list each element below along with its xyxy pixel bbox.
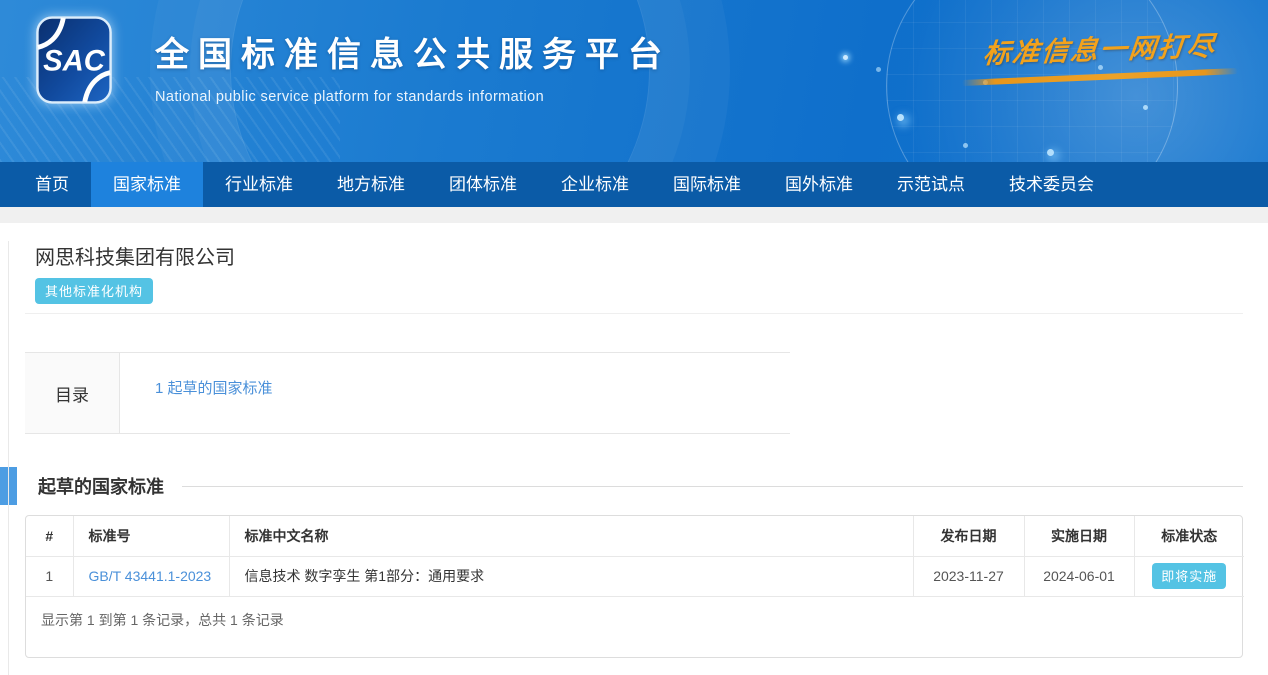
standards-table: # 标准号 标准中文名称 发布日期 实施日期 标准状态 1 GB/T 43441… [26,516,1244,597]
main-nav: 首页 国家标准 行业标准 地方标准 团体标准 企业标准 国际标准 国外标准 示范… [0,162,1268,207]
nav-tab-international-standards[interactable]: 国际标准 [651,162,763,207]
directory-link-drafted-standards[interactable]: 1 起草的国家标准 [155,380,273,397]
col-header-publish-date: 发布日期 [913,516,1024,556]
page-background-strip [0,207,1268,223]
col-header-index: # [26,516,73,556]
org-name: 网思科技集团有限公司 [35,241,1268,270]
content-left-border [8,241,9,675]
table-row: 1 GB/T 43441.1-2023 信息技术 数字孪生 第1部分：通用要求 … [26,556,1244,596]
nav-tab-enterprise-standards[interactable]: 企业标准 [539,162,651,207]
col-header-standard-no: 标准号 [73,516,229,556]
org-type-badge: 其他标准化机构 [35,278,153,304]
section-title: 起草的国家标准 [38,473,164,499]
standards-table-container: # 标准号 标准中文名称 发布日期 实施日期 标准状态 1 GB/T 43441… [25,515,1243,658]
publish-date: 2023-11-27 [913,556,1024,596]
sac-logo[interactable]: SAC [35,14,113,106]
nav-tab-national-standards[interactable]: 国家标准 [91,162,203,207]
col-header-status: 标准状态 [1134,516,1244,556]
site-title: 全国标准信息公共服务平台 [155,27,671,76]
sac-logo-text: SAC [43,46,106,78]
implement-date: 2024-06-01 [1024,556,1134,596]
nav-tab-home[interactable]: 首页 [13,162,91,207]
nav-tab-group-standards[interactable]: 团体标准 [427,162,539,207]
nav-tab-technical-committees[interactable]: 技术委员会 [987,162,1116,207]
site-title-block: 全国标准信息公共服务平台 National public service pla… [155,27,671,105]
nav-tab-foreign-standards[interactable]: 国外标准 [763,162,875,207]
record-summary: 显示第 1 到第 1 条记录，总共 1 条记录 [26,597,1242,657]
section-divider-line [182,486,1243,487]
banner-slogan: 标准信息一网打尽 [960,28,1240,80]
section-header: 起草的国家标准 [0,467,1268,505]
status-badge: 即将实施 [1152,563,1226,589]
directory-links: 1 起草的国家标准 [120,353,273,433]
content-area: 网思科技集团有限公司 其他标准化机构 目录 1 起草的国家标准 起草的国家标准 … [0,241,1268,675]
col-header-name-cn: 标准中文名称 [229,516,913,556]
row-index: 1 [26,556,73,596]
standard-number-link[interactable]: GB/T 43441.1-2023 [89,568,212,584]
org-divider [25,313,1243,314]
col-header-implement-date: 实施日期 [1024,516,1134,556]
site-subtitle: National public service platform for sta… [155,89,671,105]
glow-dots-decoration [843,55,848,60]
nav-tab-local-standards[interactable]: 地方标准 [315,162,427,207]
directory-panel: 目录 1 起草的国家标准 [25,352,790,434]
nav-tab-industry-standards[interactable]: 行业标准 [203,162,315,207]
table-header-row: # 标准号 标准中文名称 发布日期 实施日期 标准状态 [26,516,1244,556]
sac-logo-icon: SAC [35,14,113,106]
site-banner: SAC 全国标准信息公共服务平台 National public service… [0,0,1268,162]
directory-label: 目录 [25,353,120,433]
slogan-text: 标准信息一网打尽 [957,23,1242,72]
nav-tab-pilot-program[interactable]: 示范试点 [875,162,987,207]
standard-name-cn: 信息技术 数字孪生 第1部分：通用要求 [229,556,913,596]
